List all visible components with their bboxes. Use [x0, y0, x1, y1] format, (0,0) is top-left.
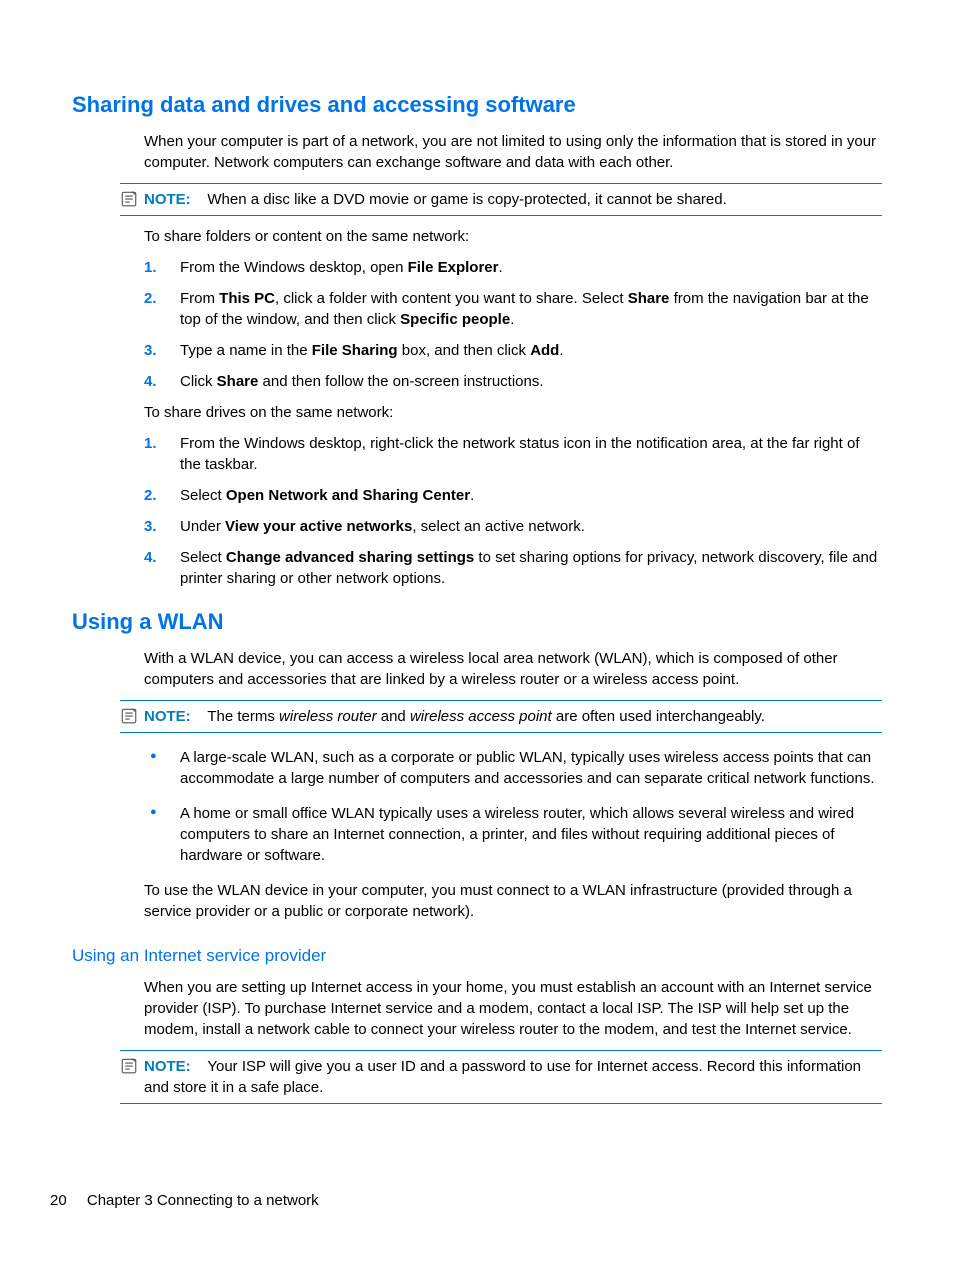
list-number: 4. [144, 371, 157, 392]
list-item: 1. From the Windows desktop, right-click… [144, 433, 882, 475]
list-text: . [510, 311, 514, 328]
ui-term: View your active networks [225, 518, 412, 535]
bullet-list: A large-scale WLAN, such as a corporate … [144, 747, 882, 866]
page-footer: 20 Chapter 3 Connecting to a network [50, 1190, 319, 1211]
list-item: A home or small office WLAN typically us… [144, 803, 882, 866]
term: wireless access point [410, 708, 552, 725]
ui-term: Share [628, 290, 670, 307]
paragraph: To share drives on the same network: [144, 402, 882, 423]
note-label: NOTE: [144, 191, 191, 208]
paragraph: To use the WLAN device in your computer,… [144, 880, 882, 922]
ui-term: Specific people [400, 311, 510, 328]
ordered-list: 1. From the Windows desktop, right-click… [144, 433, 882, 589]
list-text: box, and then click [398, 342, 531, 359]
list-text: Select [180, 487, 226, 504]
list-text: From the Windows desktop, open [180, 259, 408, 276]
ui-term: This PC [219, 290, 275, 307]
note-content: NOTE: The terms wireless router and wire… [120, 706, 882, 727]
document-page: Sharing data and drives and accessing so… [0, 0, 954, 1271]
list-text: and then follow the on-screen instructio… [258, 373, 543, 390]
note-text: Your ISP will give you a user ID and a p… [144, 1058, 861, 1096]
list-text: From [180, 290, 219, 307]
list-item: 4. Click Share and then follow the on-sc… [144, 371, 882, 392]
note-label: NOTE: [144, 1058, 191, 1075]
ui-term: Share [217, 373, 259, 390]
note-text [195, 191, 208, 208]
heading-isp: Using an Internet service provider [72, 944, 882, 968]
paragraph: To share folders or content on the same … [144, 226, 882, 247]
list-item: 2. From This PC, click a folder with con… [144, 288, 882, 330]
heading-sharing-data: Sharing data and drives and accessing so… [72, 90, 882, 121]
note-text: are often used interchangeably. [552, 708, 765, 725]
ui-term: Change advanced sharing settings [226, 549, 474, 566]
ui-term: File Sharing [312, 342, 398, 359]
list-item: 1. From the Windows desktop, open File E… [144, 257, 882, 278]
list-number: 2. [144, 485, 157, 506]
note-text [195, 1058, 208, 1075]
list-text: , click a folder with content you want t… [275, 290, 628, 307]
list-text: . [559, 342, 563, 359]
list-text: From the Windows desktop, right-click th… [180, 435, 859, 473]
list-number: 3. [144, 340, 157, 361]
list-text: Under [180, 518, 225, 535]
paragraph: With a WLAN device, you can access a wir… [144, 648, 882, 690]
list-text: A home or small office WLAN typically us… [180, 805, 854, 864]
note-label: NOTE: [144, 708, 191, 725]
note-block: NOTE: The terms wireless router and wire… [120, 700, 882, 733]
note-text: and [377, 708, 410, 725]
chapter-label: Chapter 3 Connecting to a network [87, 1192, 319, 1209]
note-icon [120, 707, 138, 725]
note-block: NOTE: Your ISP will give you a user ID a… [120, 1050, 882, 1104]
note-content: NOTE: Your ISP will give you a user ID a… [120, 1056, 882, 1098]
paragraph: When you are setting up Internet access … [144, 977, 882, 1040]
ui-term: Open Network and Sharing Center [226, 487, 470, 504]
note-block: NOTE: When a disc like a DVD movie or ga… [120, 183, 882, 216]
list-text: , select an active network. [412, 518, 585, 535]
note-icon [120, 1057, 138, 1075]
list-number: 1. [144, 257, 157, 278]
ui-term: File Explorer [408, 259, 499, 276]
list-item: 2. Select Open Network and Sharing Cente… [144, 485, 882, 506]
term: wireless router [279, 708, 377, 725]
list-text: Type a name in the [180, 342, 312, 359]
list-item: 3. Under View your active networks, sele… [144, 516, 882, 537]
list-number: 4. [144, 547, 157, 568]
note-icon [120, 190, 138, 208]
list-number: 2. [144, 288, 157, 309]
list-item: 4. Select Change advanced sharing settin… [144, 547, 882, 589]
list-item: 3. Type a name in the File Sharing box, … [144, 340, 882, 361]
note-text: The terms [207, 708, 279, 725]
list-number: 3. [144, 516, 157, 537]
heading-using-wlan: Using a WLAN [72, 607, 882, 638]
list-text: . [498, 259, 502, 276]
note-text: When a disc like a DVD movie or game is … [207, 191, 726, 208]
list-item: A large-scale WLAN, such as a corporate … [144, 747, 882, 789]
page-number: 20 [50, 1192, 67, 1209]
list-text: . [470, 487, 474, 504]
paragraph: When your computer is part of a network,… [144, 131, 882, 173]
ui-term: Add [530, 342, 559, 359]
list-text: Select [180, 549, 226, 566]
list-text: A large-scale WLAN, such as a corporate … [180, 749, 875, 787]
list-number: 1. [144, 433, 157, 454]
note-text [195, 708, 208, 725]
ordered-list: 1. From the Windows desktop, open File E… [144, 257, 882, 392]
list-text: Click [180, 373, 217, 390]
note-content: NOTE: When a disc like a DVD movie or ga… [120, 189, 882, 210]
